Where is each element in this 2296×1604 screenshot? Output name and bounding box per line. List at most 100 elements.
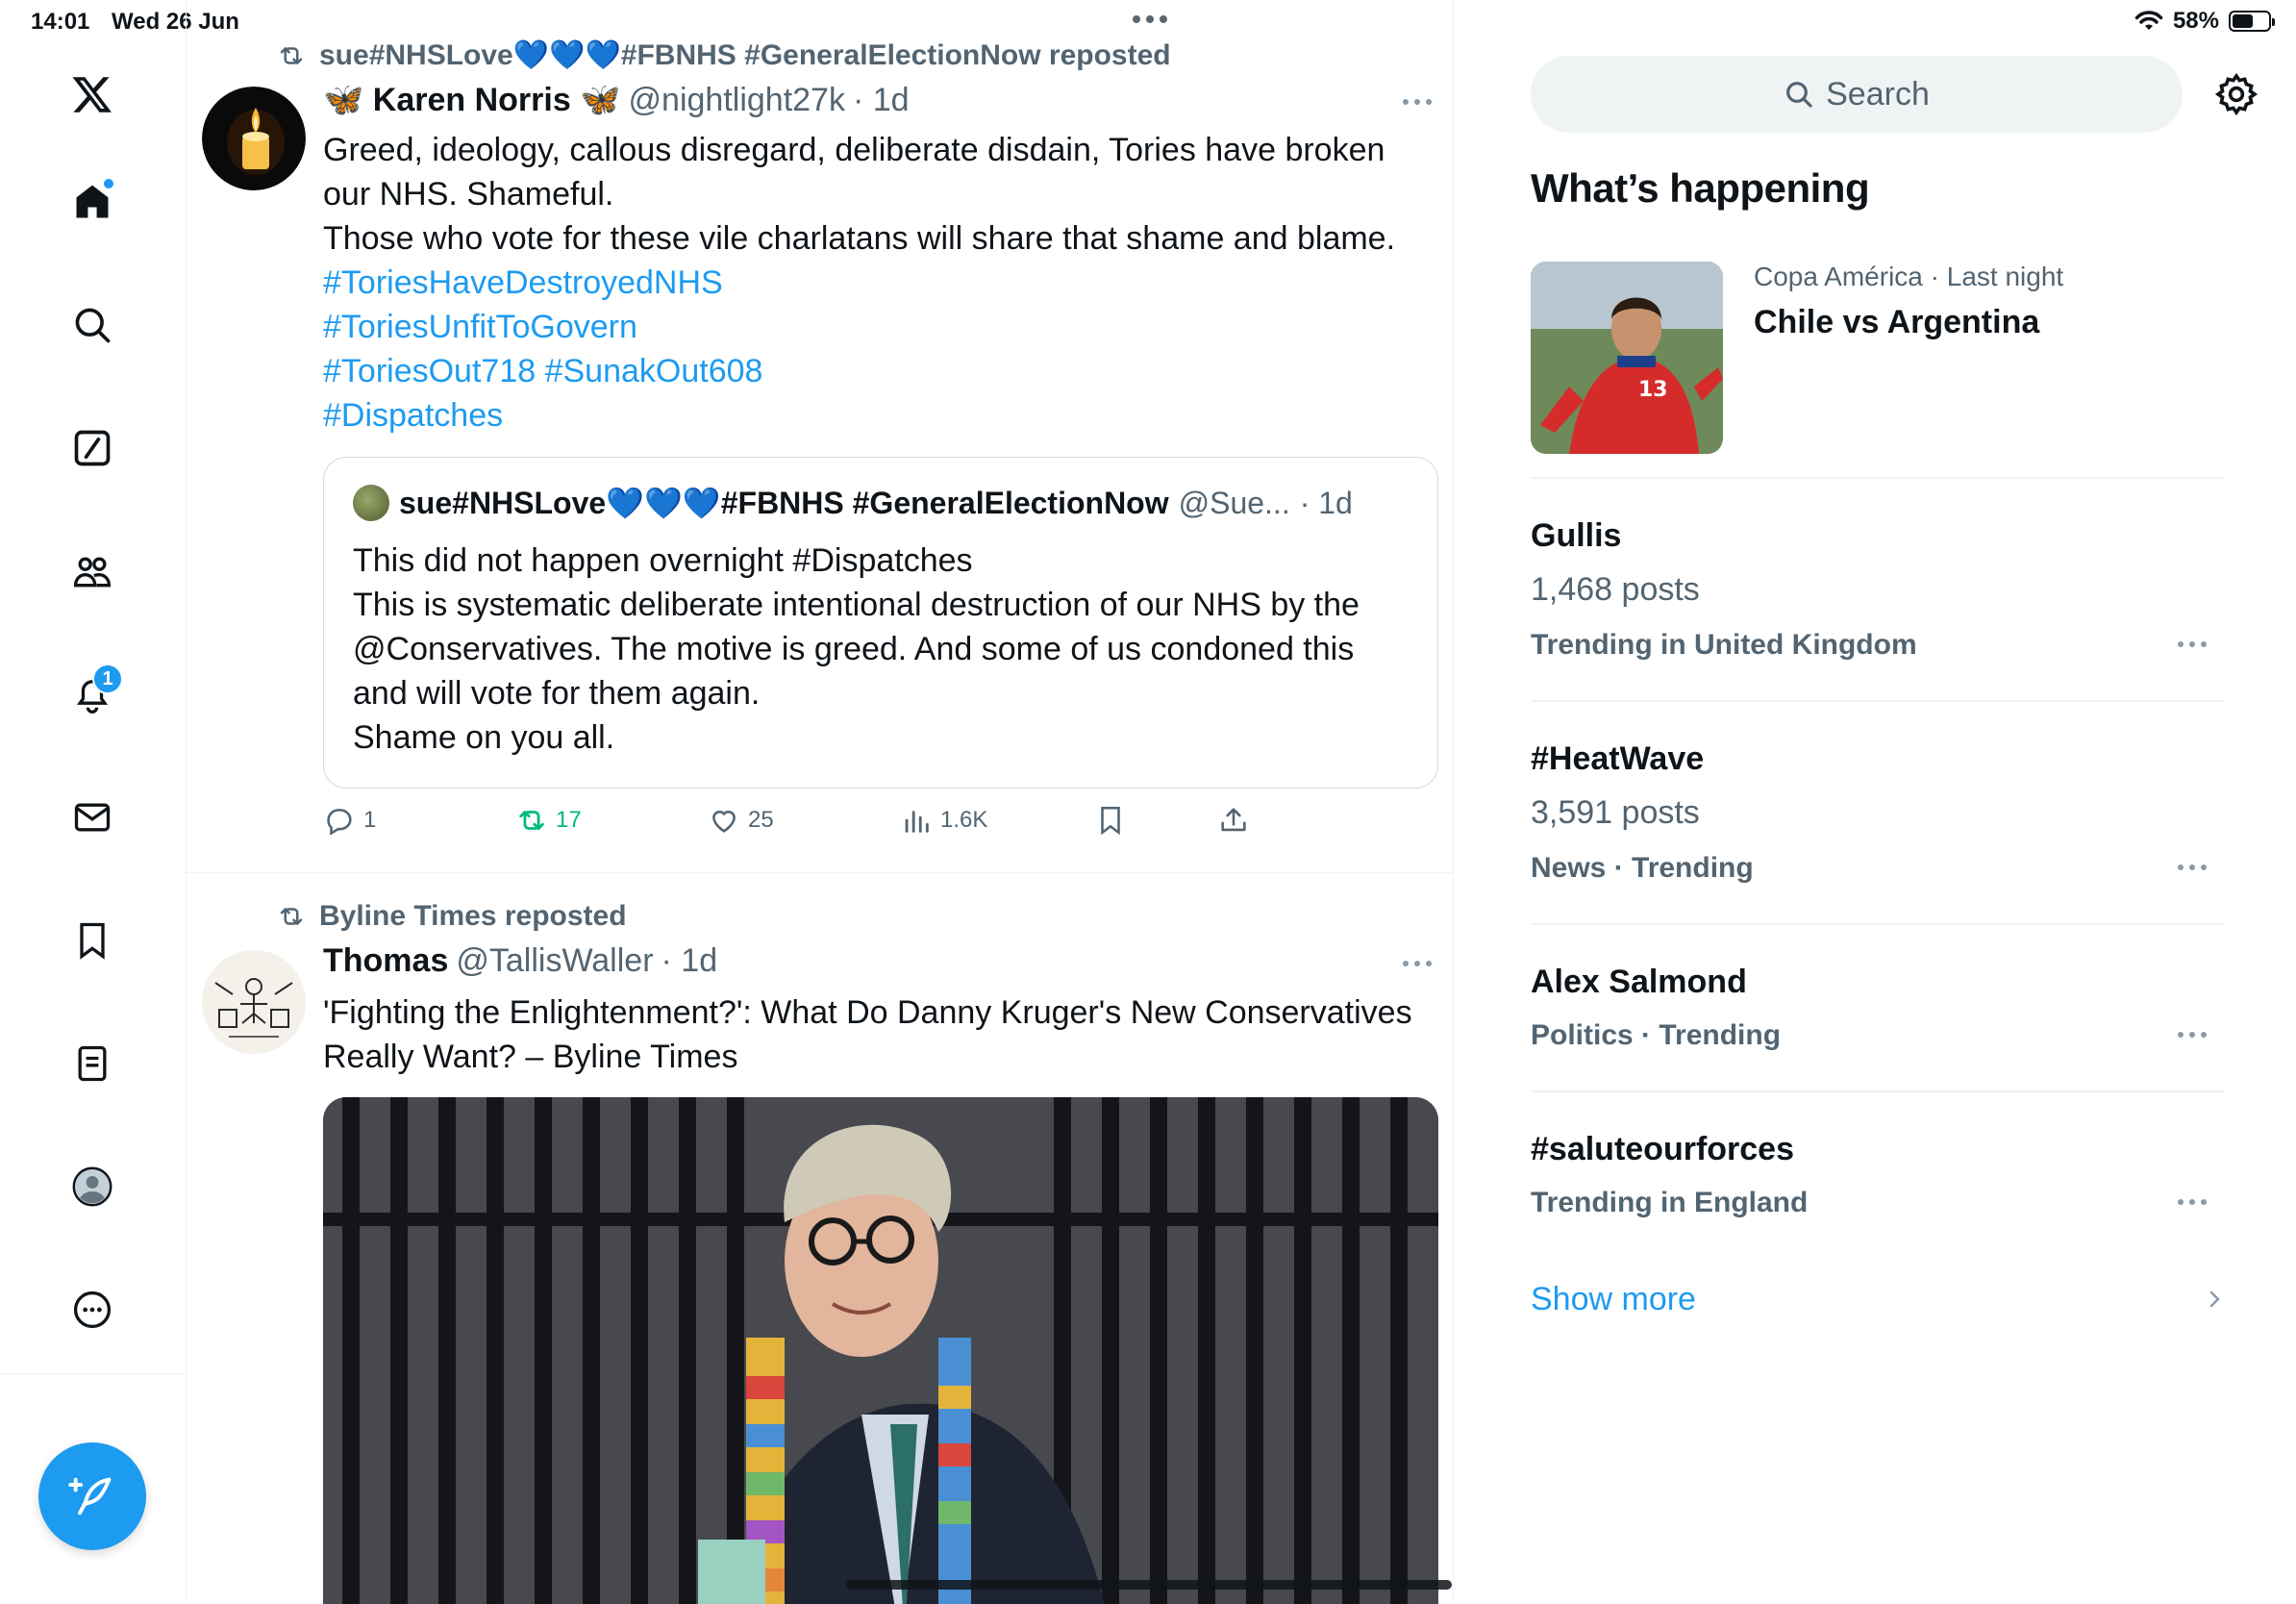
repost-icon [280, 908, 303, 925]
settings-gear-icon[interactable] [2213, 71, 2259, 117]
trend-post-count: 3,591 posts [1531, 794, 1700, 831]
post-time: · 1d [661, 942, 718, 979]
notifications-badge: 1 [92, 664, 123, 694]
post-link-image[interactable] [323, 1097, 1438, 1604]
feather-plus-icon [68, 1477, 112, 1516]
quote-text-line: and will vote for them again. [353, 675, 761, 712]
quoted-post[interactable]: sue#NHSLove💙💙💙#FBNHS #GeneralElectionNow… [323, 457, 1438, 789]
post-text-line: 'Fighting the Enlightenment?': What Do D… [323, 994, 1412, 1031]
author-avatar[interactable] [202, 87, 306, 190]
hashtag-link[interactable]: #ToriesOut718 #SunakOut608 [323, 349, 1419, 393]
trend-title[interactable]: #HeatWave [1531, 740, 1704, 778]
left-navigation: 1 [0, 0, 187, 1604]
views-button[interactable]: 1.6K [900, 804, 987, 837]
home-indicator[interactable] [846, 1580, 1452, 1590]
search-icon [1786, 82, 1812, 108]
nav-divider [0, 1373, 187, 1374]
author-handle[interactable]: @nightlight27k [629, 82, 845, 119]
bookmark-icon [1101, 806, 1120, 836]
post[interactable]: sue#NHSLove💙💙💙#FBNHS #GeneralElectionNow… [187, 0, 1453, 873]
home-new-dot [102, 177, 115, 190]
quoted-post-text: This did not happen overnight #Dispatche… [353, 539, 1410, 760]
repost-by-label: Byline Times reposted [319, 900, 627, 932]
quote-text-line: This is systematic deliberate intentiona… [353, 587, 1360, 623]
trend-more-icon[interactable] [2175, 637, 2209, 652]
repost-count: 17 [556, 807, 582, 833]
search-placeholder: Search [1826, 75, 1930, 113]
repost-context: Byline Times reposted [277, 900, 627, 933]
quoted-post-time: · 1d [1299, 485, 1353, 520]
author-name[interactable]: Thomas [323, 942, 448, 980]
share-icon [1221, 808, 1246, 832]
lists-icon[interactable] [62, 1033, 123, 1094]
post-text: 'Fighting the Enlightenment?': What Do D… [323, 990, 1419, 1079]
more-options-icon[interactable] [62, 1279, 123, 1341]
hashtag-link[interactable]: #ToriesUnfitToGovern [323, 305, 1419, 349]
chevron-right-icon[interactable] [2204, 1285, 2227, 1314]
compose-post-button[interactable] [38, 1442, 146, 1550]
repost-icon [280, 46, 303, 64]
trend-more-icon[interactable] [2175, 1194, 2209, 1210]
hashtag-link[interactable]: #Dispatches [323, 393, 1419, 438]
x-logo-icon[interactable] [62, 63, 123, 125]
right-sidebar: Search What’s happening 13 Copa América … [1454, 0, 2296, 1604]
show-more-link[interactable]: Show more [1531, 1281, 1696, 1318]
repost-icon [519, 811, 544, 830]
svg-text:13: 13 [1638, 378, 1668, 402]
communities-icon[interactable] [62, 540, 123, 602]
whats-happening-title: What’s happening [1531, 165, 1870, 211]
post-time: · 1d [852, 82, 910, 118]
trend-context: Politics · Trending [1531, 1019, 1782, 1051]
trend-divider [1531, 477, 2225, 479]
author-handle[interactable]: @TallisWaller [456, 942, 653, 980]
reply-icon [327, 809, 352, 836]
profile-avatar-icon[interactable] [62, 1156, 123, 1217]
article-photo [323, 1097, 1438, 1604]
trend-context: Trending in United Kingdom [1531, 629, 1917, 661]
post-text-line: our NHS. Shameful. [323, 176, 614, 213]
post-text-line: Those who vote for these vile charlatans… [323, 220, 1396, 257]
bookmarks-icon[interactable] [62, 910, 123, 971]
reply-button[interactable]: 1 [323, 804, 376, 837]
post-actions: 1 17 25 1.6K [323, 804, 1419, 850]
featured-event-meta: Copa América · Last night [1754, 262, 2064, 291]
post-more-icon[interactable] [1398, 954, 1436, 973]
views-count: 1.6K [940, 807, 988, 833]
share-button[interactable] [1217, 804, 1250, 837]
trend-context: Trending in England [1531, 1187, 1809, 1218]
trend-more-icon[interactable] [2175, 860, 2209, 875]
trend-more-icon[interactable] [2175, 1027, 2209, 1042]
like-count: 25 [748, 807, 774, 833]
grok-icon[interactable] [62, 417, 123, 479]
views-chart-icon [905, 811, 929, 833]
author-avatar[interactable] [202, 950, 306, 1054]
trend-title[interactable]: #saluteourforces [1531, 1131, 1794, 1168]
hashtag-link[interactable]: #ToriesHaveDestroyedNHS [323, 261, 1419, 305]
author-name[interactable]: 🦋 Karen Norris 🦋 [323, 81, 621, 119]
post-more-icon[interactable] [1398, 92, 1436, 112]
bookmark-button[interactable] [1094, 804, 1127, 837]
timeline-feed[interactable]: sue#NHSLove💙💙💙#FBNHS #GeneralElectionNow… [187, 0, 1454, 1604]
heart-icon [712, 811, 736, 833]
quoted-author-name: sue#NHSLove💙💙💙#FBNHS #GeneralElectionNow [399, 486, 1169, 520]
trend-divider [1531, 1090, 2225, 1092]
post-text-line: Really Want? – Byline Times [323, 1039, 738, 1075]
quote-text-line: @Conservatives. The motive is greed. And… [353, 631, 1355, 667]
search-icon[interactable] [62, 294, 123, 356]
quote-text-line: This did not happen overnight #Dispatche… [353, 542, 973, 579]
quoted-author-avatar [353, 485, 389, 521]
search-input[interactable]: Search [1531, 56, 2183, 133]
featured-event-title[interactable]: Chile vs Argentina [1754, 304, 2039, 341]
trend-title[interactable]: Gullis [1531, 517, 1621, 555]
post[interactable]: Byline Times reposted Thomas @TallisWall… [187, 873, 1453, 1604]
reply-count: 1 [363, 807, 377, 833]
home-icon[interactable] [62, 171, 123, 233]
featured-event-image[interactable]: 13 [1531, 262, 1723, 454]
repost-button[interactable]: 17 [515, 804, 582, 837]
quoted-author-handle: @Sue... [1178, 485, 1290, 520]
post-text-line: Greed, ideology, callous disregard, deli… [323, 132, 1385, 168]
trend-title[interactable]: Alex Salmond [1531, 964, 1747, 1001]
messages-icon[interactable] [62, 787, 123, 848]
notifications-icon[interactable]: 1 [62, 664, 123, 725]
like-button[interactable]: 25 [708, 804, 774, 837]
